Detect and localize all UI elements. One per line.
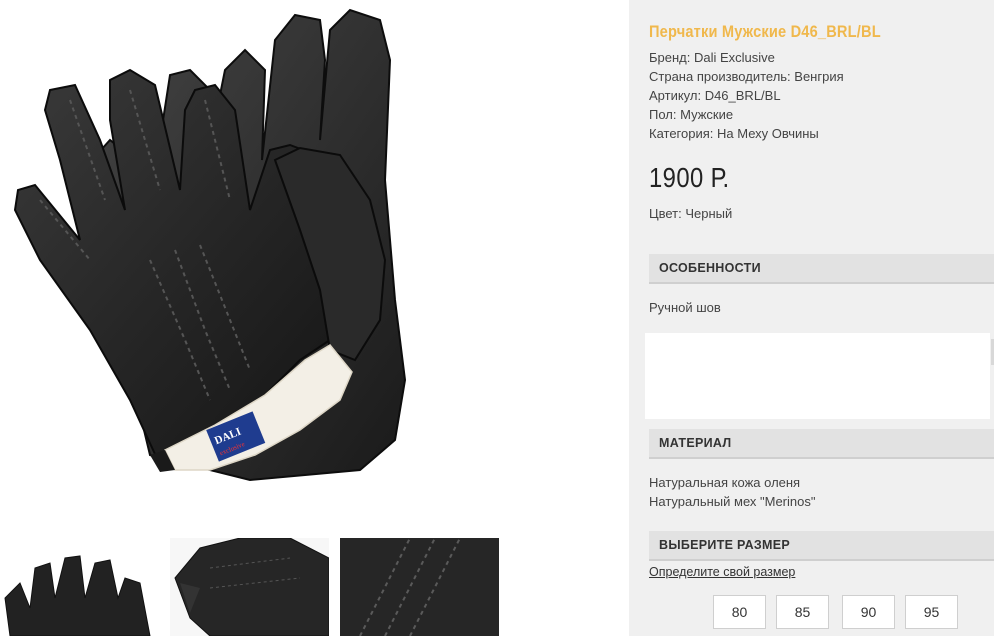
product-info-panel: Перчатки Мужские D46_BRL/BL Бренд: Dali … <box>629 0 994 636</box>
size-button-95[interactable]: 95 <box>905 595 958 629</box>
size-button-85[interactable]: 85 <box>776 595 829 629</box>
thumbnail-2[interactable] <box>170 538 329 636</box>
material-line-2: Натуральный мех "Merinos" <box>649 494 816 509</box>
color-text: Цвет: Черный <box>649 206 733 221</box>
thumbnail-1[interactable] <box>0 538 159 636</box>
features-header: ОСОБЕННОСТИ <box>649 254 994 284</box>
article-text: Артикул: D46_BRL/BL <box>649 88 781 103</box>
size-guide-link[interactable]: Определите свой размер <box>649 565 795 579</box>
country-text: Страна производитель: Венгрия <box>649 69 844 84</box>
features-text: Ручной шов <box>649 300 721 315</box>
material-text: Натуральная кожа оленя Натуральный мех "… <box>649 473 815 511</box>
thumbnail-strip <box>0 538 560 636</box>
category-text: Категория: На Меху Овчины <box>649 126 819 141</box>
brand-text: Бренд: Dali Exclusive <box>649 50 775 65</box>
thumbnail-3[interactable] <box>340 538 499 636</box>
product-title: Перчатки Мужские D46_BRL/BL <box>649 22 881 41</box>
product-gallery: DALI exclusive <box>0 0 629 636</box>
product-properties: Бренд: Dali Exclusive Страна производите… <box>649 48 844 143</box>
material-header: МАТЕРИАЛ <box>649 429 994 459</box>
gender-text: Пол: Мужские <box>649 107 734 122</box>
blank-content-box <box>645 333 994 419</box>
material-line-1: Натуральная кожа оленя <box>649 475 801 490</box>
size-button-90[interactable]: 90 <box>842 595 895 629</box>
product-price: 1900 Р. <box>649 162 730 193</box>
size-button-80[interactable]: 80 <box>713 595 766 629</box>
size-header: ВЫБЕРИТЕ РАЗМЕР <box>649 531 994 561</box>
main-product-image[interactable]: DALI exclusive <box>0 0 560 528</box>
